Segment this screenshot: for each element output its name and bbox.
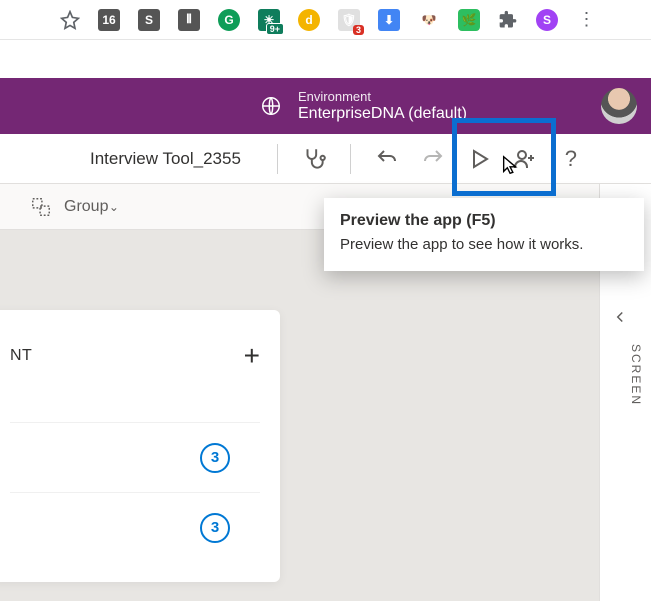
group-icon[interactable] (30, 196, 52, 218)
globe-icon[interactable] (260, 95, 282, 117)
badge-count: 3 (353, 25, 364, 35)
bookmark-star-icon[interactable] (60, 10, 80, 30)
panel-collapse-button[interactable] (611, 308, 629, 331)
browser-extension-bar: 16 S ⦀ G ☀9+ d 🛡3 ⬇ 🐶 🌿 S ⋮ (0, 0, 651, 40)
evernote-icon[interactable]: 🌿 (458, 9, 480, 31)
extension-icon[interactable]: ⬇ (378, 9, 400, 31)
environment-name: EnterpriseDNA (default) (298, 104, 467, 123)
undo-button[interactable] (367, 139, 407, 179)
preview-tooltip: Preview the app (F5) Preview the app to … (324, 198, 644, 271)
list-item[interactable]: 3 (10, 422, 260, 472)
extension-icon[interactable]: ⦀ (178, 9, 200, 31)
badge-count: 9+ (266, 23, 284, 35)
environment-selector[interactable]: Environment EnterpriseDNA (default) (298, 89, 467, 124)
count-badge: 3 (200, 513, 230, 543)
environment-label: Environment (298, 89, 467, 105)
grammarly-icon[interactable]: G (218, 9, 240, 31)
kebab-menu-icon[interactable]: ⋮ (576, 10, 596, 30)
extension-icon[interactable]: 🛡3 (338, 9, 360, 31)
tooltip-body: Preview the app to see how it works. (340, 236, 628, 253)
preview-button[interactable] (459, 139, 499, 179)
profile-avatar-icon[interactable]: S (536, 9, 558, 31)
extension-icon[interactable]: d (298, 9, 320, 31)
chevron-down-icon: ⌄ (109, 200, 119, 214)
extension-icon[interactable]: ☀9+ (258, 9, 280, 31)
environment-bar: Environment EnterpriseDNA (default) (0, 78, 651, 134)
count-badge: 3 (200, 443, 230, 473)
list-item[interactable]: 3 (10, 492, 260, 542)
blank-strip (0, 40, 651, 78)
skype-icon[interactable]: S (138, 9, 160, 31)
extension-icon[interactable]: 🐶 (418, 9, 440, 31)
command-bar: Interview Tool_2355 ? (0, 134, 651, 184)
group-dropdown[interactable]: Group ⌄ (64, 198, 119, 216)
app-title: Interview Tool_2355 (90, 149, 241, 169)
share-button[interactable] (505, 139, 545, 179)
user-avatar[interactable] (601, 88, 637, 124)
redo-button[interactable] (413, 139, 453, 179)
divider (350, 144, 351, 174)
extension-icon[interactable]: 16 (98, 9, 120, 31)
add-button[interactable]: + (244, 340, 260, 372)
divider (277, 144, 278, 174)
extensions-puzzle-icon[interactable] (498, 10, 518, 30)
card-title-fragment: NT (10, 347, 32, 365)
help-button[interactable]: ? (551, 139, 591, 179)
right-panel-label[interactable]: SCREEN (629, 344, 643, 406)
app-checker-button[interactable] (294, 139, 334, 179)
left-card: NT + 3 3 (0, 310, 280, 582)
tooltip-title: Preview the app (F5) (340, 212, 628, 230)
